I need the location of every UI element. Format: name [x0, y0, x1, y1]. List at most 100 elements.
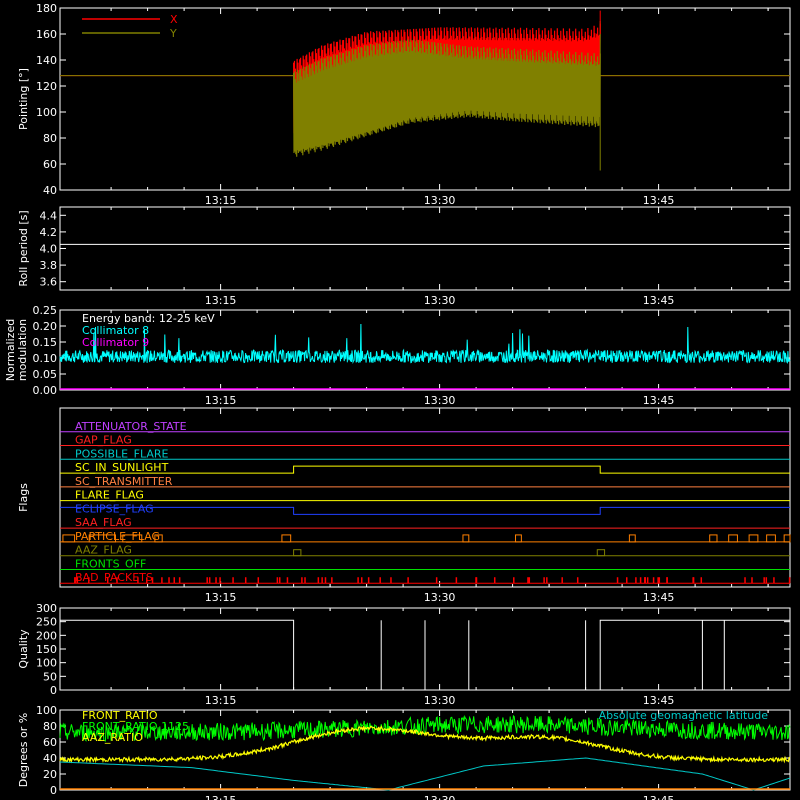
- y-tick-label: 3.6: [40, 276, 58, 289]
- flag-sc-transmitter-label: SC_TRANSMITTER: [75, 475, 173, 488]
- x-tick-label: 13:15: [205, 194, 237, 207]
- legend-label-y: Y: [169, 27, 177, 40]
- flag-particle-flag-pulse: [709, 534, 718, 543]
- x-tick-label: 13:30: [424, 794, 456, 800]
- panel-modulation: 13:1513:3013:4514:0014:1514:30Normalized…: [4, 304, 791, 407]
- x-tick-label: 13:45: [643, 194, 675, 207]
- flag-eclipse-flag-label: ECLIPSE_FLAG: [75, 502, 154, 515]
- y-tick-label: 80: [43, 132, 57, 145]
- x-tick-label: 13:45: [643, 591, 675, 604]
- flag-attenuator-state-label: ATTENUATOR_STATE: [75, 420, 187, 433]
- y-tick-label: 0.05: [33, 368, 58, 381]
- y-tick-label: 3.8: [40, 259, 58, 272]
- flag-particle-flag-pulse: [766, 534, 776, 543]
- series-line-geomagnetic-latitude: [59, 757, 791, 791]
- legend-label-geomagnetic-latitude: Absolute geomagnetic latitude: [599, 709, 769, 722]
- flag-sc-in-sunlight-line: [60, 465, 790, 474]
- y-tick-label: 100: [36, 704, 57, 717]
- flag-particle-flag-pulse: [462, 534, 470, 543]
- y-tick-label: 0.15: [33, 336, 58, 349]
- panel-ratios: 13:1513:3013:4514:0014:1514:30Degrees or…: [17, 704, 791, 800]
- x-tick-label: 13:45: [643, 794, 675, 800]
- flag-particle-flag-pulse: [783, 534, 791, 543]
- flag-fronts-off-label: FRONTS_OFF: [75, 557, 146, 570]
- flag-particle-flag-pulse: [281, 534, 292, 543]
- y-tick-label: 300: [36, 602, 57, 615]
- y-tick-label: 40: [43, 184, 57, 197]
- y-tick-label: 0.25: [33, 304, 58, 317]
- flag-particle-flag-pulse: [748, 534, 759, 543]
- y-tick-label: 100: [36, 106, 57, 119]
- hessi-observing-summary: 13:1513:3013:4514:0014:1514:30Pointing […: [4, 2, 791, 800]
- y-axis-label: Quality: [17, 629, 30, 669]
- x-tick-label: 13:15: [205, 794, 237, 800]
- flag-particle-flag-pulse: [728, 534, 738, 543]
- legend-label-aaz-ratio: AAZ_RATIO: [82, 731, 143, 744]
- flag-particle-flag-pulse: [62, 534, 76, 543]
- x-tick-label: 13:15: [205, 591, 237, 604]
- plot-frame: [59, 407, 791, 588]
- x-tick-label: 13:30: [424, 591, 456, 604]
- flag-eclipse-flag-line: [60, 506, 790, 515]
- y-axis-label: Normalizedmodulation: [4, 319, 29, 381]
- x-tick-label: 13:30: [424, 694, 456, 707]
- y-tick-label: 0.00: [33, 384, 58, 397]
- flag-bad-packets-label: BAD_PACKETS: [75, 571, 153, 584]
- y-tick-label: 80: [43, 720, 57, 733]
- y-axis-label: Flags: [17, 483, 30, 512]
- y-tick-label: 50: [43, 670, 57, 683]
- flag-particle-flag-pulse: [628, 534, 636, 543]
- flag-particle-flag-label: PARTICLE_FLAG: [75, 530, 160, 543]
- y-tick-label: 20: [43, 768, 57, 781]
- y-tick-label: 4.0: [40, 243, 58, 256]
- y-tick-label: 120: [36, 80, 57, 93]
- flag-flare-flag-label: FLARE_FLAG: [75, 489, 144, 502]
- flag-saa-flag-label: SAA_FLAG: [75, 516, 132, 529]
- flag-aaz-flag-pulse: [293, 549, 302, 557]
- y-tick-label: 4.4: [40, 209, 58, 222]
- x-tick-label: 13:15: [205, 294, 237, 307]
- series-line-y: [293, 39, 601, 157]
- y-axis-label: Roll period [s]: [17, 210, 30, 286]
- flag-aaz-flag-label: AAZ_FLAG: [75, 544, 132, 557]
- series-line-collimator-8: [59, 323, 791, 364]
- x-tick-label: 13:30: [424, 194, 456, 207]
- flag-gap-flag-label: GAP_FLAG: [75, 434, 132, 447]
- flag-possible-flare-label: POSSIBLE_FLARE: [75, 447, 169, 460]
- y-tick-label: 4.2: [40, 226, 58, 239]
- y-tick-label: 0: [50, 684, 57, 697]
- y-tick-label: 150: [36, 643, 57, 656]
- y-tick-label: 200: [36, 629, 57, 642]
- legend-label-collimator-9: Collimator 9: [82, 336, 149, 349]
- y-axis-label: Pointing [°]: [17, 68, 30, 130]
- y-tick-label: 60: [43, 736, 57, 749]
- panel-quality: 13:1513:3013:4514:0014:1514:30Quality050…: [17, 602, 791, 707]
- y-tick-label: 140: [36, 54, 57, 67]
- legend-label-x: X: [170, 13, 178, 26]
- flag-aaz-flag-pulse: [596, 549, 606, 557]
- y-tick-label: 60: [43, 158, 57, 171]
- x-tick-label: 13:45: [643, 394, 675, 407]
- flag-particle-flag-pulse: [515, 534, 522, 543]
- y-tick-label: 180: [36, 2, 57, 15]
- y-axis-label-line: modulation: [16, 319, 29, 381]
- y-axis-label: Degrees or %: [17, 713, 30, 787]
- flag-sc-in-sunlight-label: SC_IN_SUNLIGHT: [75, 461, 169, 474]
- x-tick-label: 13:45: [643, 694, 675, 707]
- panel-flags: 13:1513:3013:4514:0014:1514:30FlagsATTEN…: [17, 407, 791, 604]
- panel-pointing: 13:1513:3013:4514:0014:1514:30Pointing […: [17, 2, 791, 207]
- y-tick-label: 100: [36, 657, 57, 670]
- x-tick-label: 13:15: [205, 394, 237, 407]
- y-tick-label: 0: [50, 784, 57, 797]
- y-tick-label: 0.20: [33, 320, 58, 333]
- y-tick-label: 250: [36, 616, 57, 629]
- plot-frame: [59, 206, 791, 291]
- x-tick-label: 13:15: [205, 694, 237, 707]
- panel-roll: 13:1513:3013:4514:0014:1514:30Roll perio…: [17, 206, 791, 307]
- x-tick-label: 13:45: [643, 294, 675, 307]
- x-tick-label: 13:30: [424, 294, 456, 307]
- y-tick-label: 40: [43, 752, 57, 765]
- y-tick-label: 160: [36, 28, 57, 41]
- y-tick-label: 0.10: [33, 352, 58, 365]
- x-tick-label: 13:30: [424, 394, 456, 407]
